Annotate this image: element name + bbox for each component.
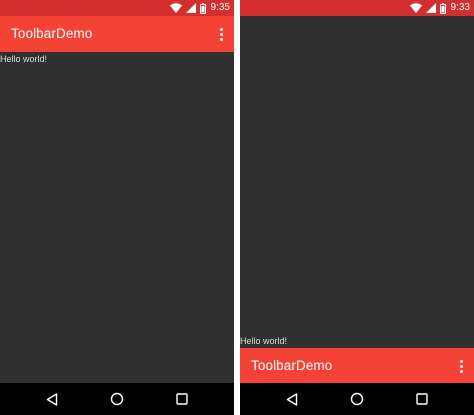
more-vert-icon[interactable] [214, 25, 228, 43]
cell-signal-icon [425, 3, 436, 13]
more-vert-icon[interactable] [454, 357, 468, 375]
wifi-icon [169, 3, 182, 13]
navigation-bar [240, 383, 474, 415]
hello-world-text: Hello world! [0, 54, 48, 64]
recents-icon[interactable] [414, 391, 430, 407]
battery-icon [439, 2, 446, 14]
menu-dot [219, 37, 223, 41]
recents-icon[interactable] [174, 391, 190, 407]
home-icon[interactable] [349, 391, 365, 407]
menu-dot [219, 27, 223, 31]
toolbar: ToolbarDemo [0, 16, 234, 52]
menu-dot [459, 359, 463, 363]
status-icons: 9:33 [409, 0, 470, 16]
menu-dot [459, 364, 463, 368]
battery-icon [199, 2, 206, 14]
navigation-bar [0, 383, 234, 415]
toolbar-title: ToolbarDemo [251, 358, 333, 373]
cell-signal-icon [185, 3, 196, 13]
status-icons: 9:35 [169, 0, 230, 16]
bottom-toolbar: ToolbarDemo [240, 348, 474, 384]
phone-screen-left: 9:35 ToolbarDemo Hello world! [0, 0, 234, 415]
back-icon[interactable] [284, 391, 300, 407]
status-time: 9:35 [210, 2, 230, 13]
phone-screen-right: 9:33 Hello world! ToolbarDemo [240, 0, 474, 415]
wifi-icon [409, 3, 422, 13]
toolbar-title: ToolbarDemo [11, 26, 93, 41]
menu-dot [219, 32, 223, 36]
status-time: 9:33 [450, 2, 470, 13]
hello-world-text: Hello world! [240, 336, 288, 346]
status-bar: 9:35 [0, 0, 234, 16]
back-icon[interactable] [44, 391, 60, 407]
menu-dot [459, 369, 463, 373]
home-icon[interactable] [109, 391, 125, 407]
status-bar: 9:33 [240, 0, 474, 16]
